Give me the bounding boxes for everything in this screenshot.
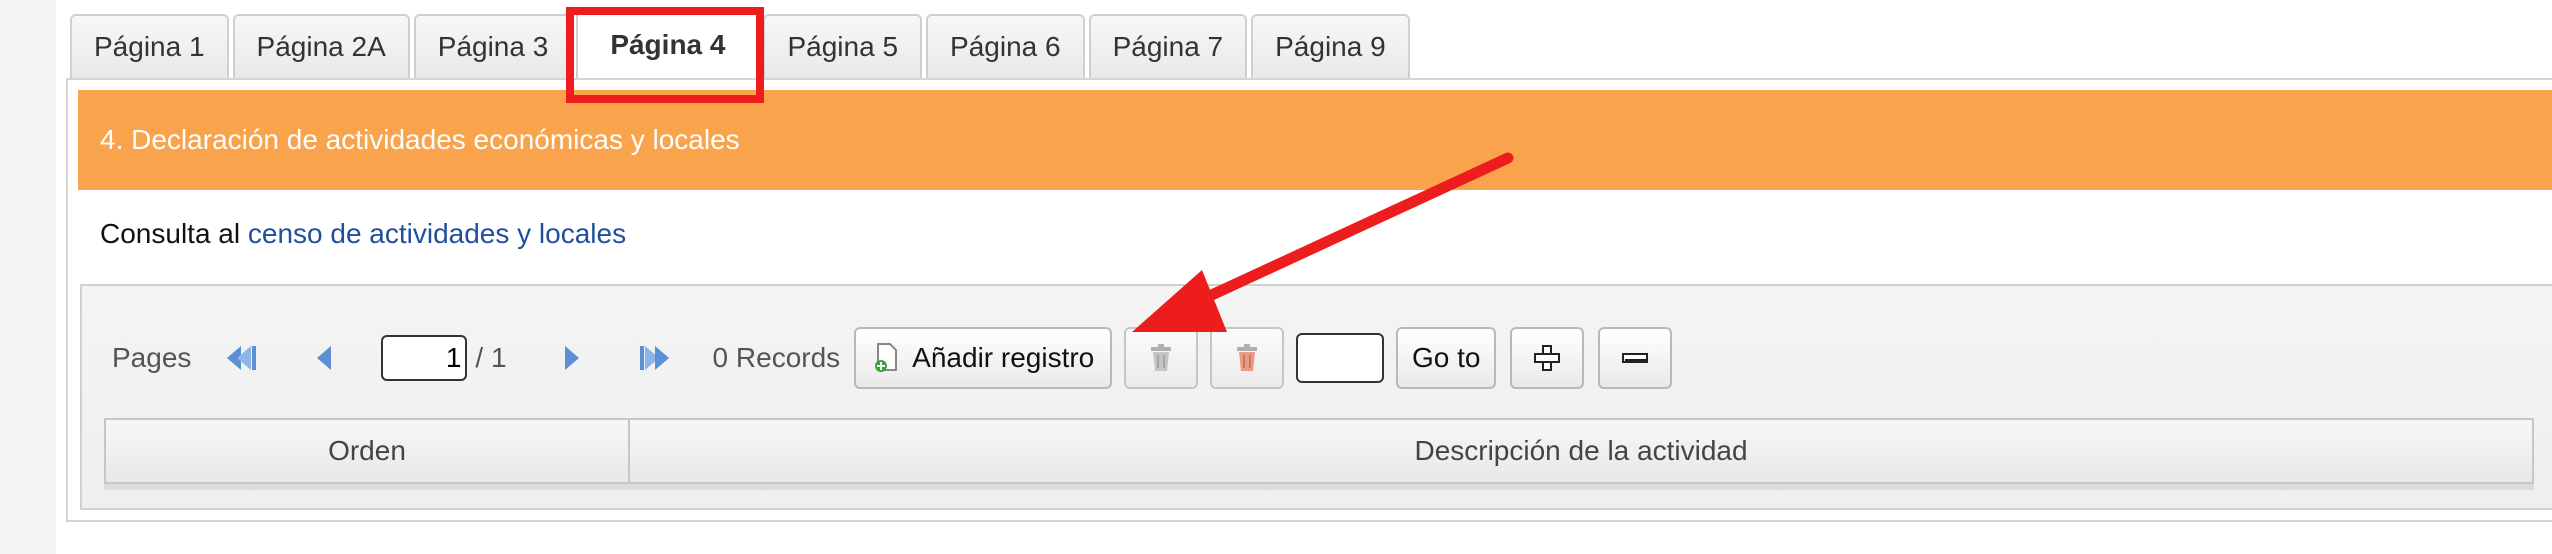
expand-button[interactable] bbox=[1510, 327, 1585, 389]
first-page-icon bbox=[227, 346, 257, 370]
consulta-prefix: Consulta al bbox=[100, 218, 241, 249]
add-record-icon bbox=[872, 342, 900, 374]
table-body-empty bbox=[104, 484, 2534, 490]
goto-button[interactable]: Go to bbox=[1396, 327, 1497, 389]
tab-pagina-3[interactable]: Página 3 bbox=[413, 14, 573, 78]
page-number-input[interactable] bbox=[381, 335, 468, 381]
tab-pagina-4[interactable]: Página 4 bbox=[576, 10, 760, 78]
consulta-line: Consulta al censo de actividades y local… bbox=[100, 218, 626, 250]
last-page-button[interactable] bbox=[629, 331, 683, 385]
prev-page-icon bbox=[317, 346, 332, 370]
tab-pagina-1[interactable]: Página 1 bbox=[70, 14, 229, 78]
tab-bar: Página 1 Página 2A Página 3 Página 4 Pág… bbox=[70, 10, 1414, 78]
collapse-button[interactable] bbox=[1598, 327, 1673, 389]
section-title: 4. Declaración de actividades económicas… bbox=[100, 124, 740, 155]
grid-toolbar: Pages / 1 0 Records bbox=[112, 322, 1686, 394]
trash-red-icon bbox=[1237, 344, 1258, 371]
add-record-button[interactable]: Añadir registro bbox=[854, 327, 1113, 389]
plus-icon bbox=[1534, 345, 1561, 371]
section-header: 4. Declaración de actividades económicas… bbox=[78, 90, 2552, 190]
tab-pagina-5[interactable]: Página 5 bbox=[763, 14, 923, 78]
last-page-icon bbox=[639, 346, 669, 370]
add-record-label: Añadir registro bbox=[912, 342, 1095, 373]
column-header-descripcion[interactable]: Descripción de la actividad bbox=[630, 420, 2532, 482]
goto-page-input[interactable] bbox=[1296, 333, 1385, 383]
table-header: Orden Descripción de la actividad bbox=[104, 418, 2534, 484]
next-page-icon bbox=[564, 346, 579, 370]
delete-all-button[interactable] bbox=[1210, 327, 1285, 389]
prev-page-button[interactable] bbox=[297, 331, 351, 385]
trash-icon bbox=[1151, 344, 1172, 371]
tab-pagina-9[interactable]: Página 9 bbox=[1251, 14, 1410, 78]
pages-label: Pages bbox=[112, 342, 192, 373]
tab-pagina-7[interactable]: Página 7 bbox=[1088, 14, 1248, 78]
minus-icon bbox=[1622, 353, 1649, 363]
tab-pagina-2a[interactable]: Página 2A bbox=[232, 14, 410, 78]
records-count: 0 Records bbox=[712, 342, 841, 373]
first-page-button[interactable] bbox=[213, 331, 267, 385]
tab-pagina-6[interactable]: Página 6 bbox=[926, 14, 1085, 78]
next-page-button[interactable] bbox=[545, 331, 599, 385]
column-header-orden[interactable]: Orden bbox=[106, 420, 630, 482]
censo-link[interactable]: censo de actividades y locales bbox=[248, 218, 626, 249]
page-total: / 1 bbox=[475, 342, 507, 373]
delete-record-button[interactable] bbox=[1124, 327, 1199, 389]
